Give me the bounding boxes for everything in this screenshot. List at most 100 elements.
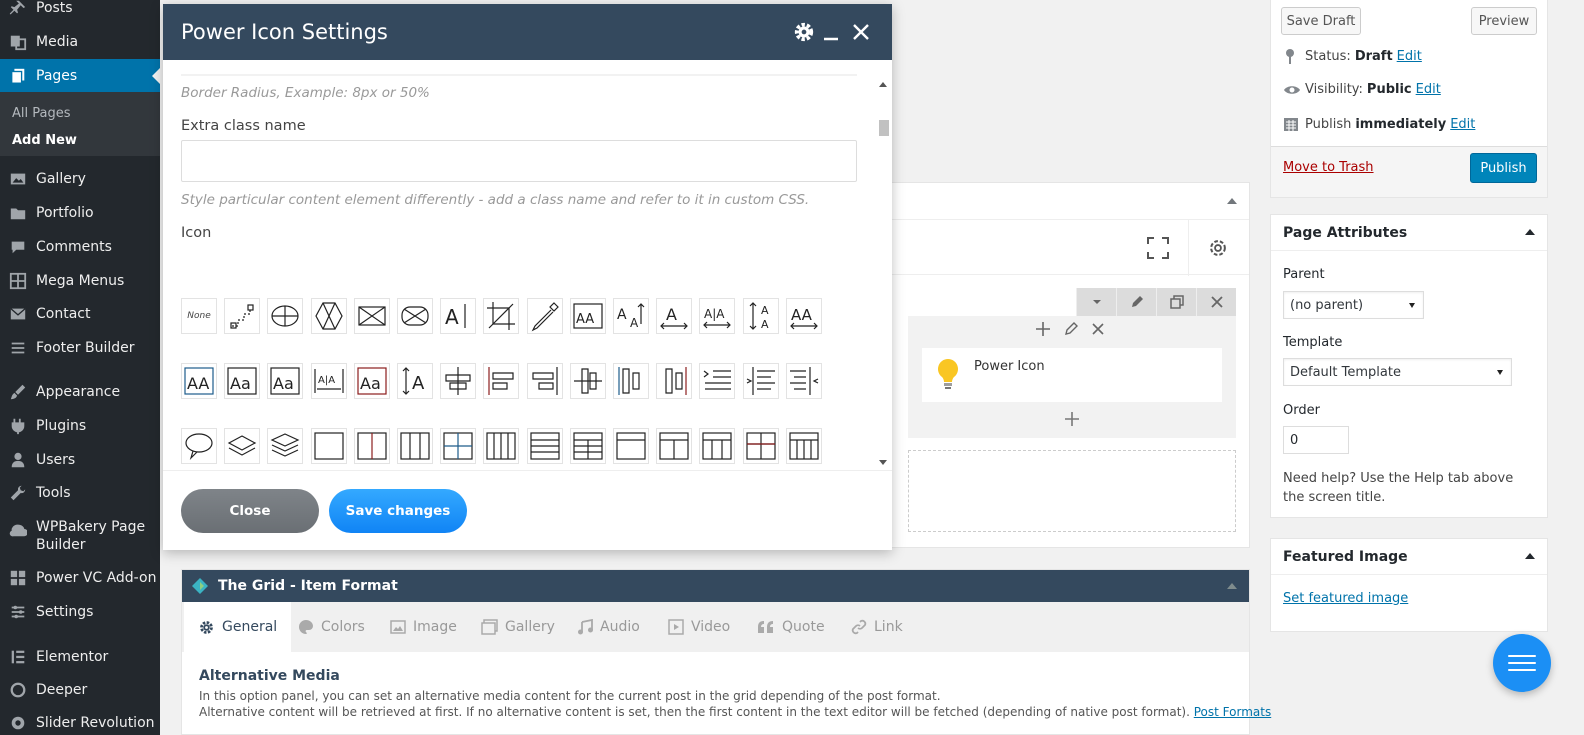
icon-option[interactable] [224,428,261,464]
icon-option[interactable] [310,428,347,464]
power-icon-element[interactable]: Power Icon [922,348,1222,402]
minimize-icon[interactable] [819,20,843,44]
icon-option[interactable] [397,428,433,464]
modal-scrollbar[interactable] [876,76,890,468]
close-icon[interactable] [1092,323,1104,339]
close-icon[interactable] [849,20,873,44]
sidebar-item-mega-menus[interactable]: Mega Menus [0,264,160,298]
pencil-icon[interactable] [1064,322,1078,340]
tab-gallery[interactable]: Gallery [481,602,555,652]
icon-option[interactable] [267,428,304,464]
publish-button[interactable]: Publish [1470,153,1537,183]
sidebar-item-slider-revolution[interactable]: Slider Revolution [0,706,160,735]
icon-option[interactable] [353,298,390,334]
sidebar-item-footer-builder[interactable]: Footer Builder [0,331,160,365]
collapse-toggle-icon[interactable] [1227,583,1237,589]
tab-image[interactable]: Image [390,602,457,652]
order-input[interactable]: 0 [1283,426,1349,454]
template-select[interactable]: Default Template [1283,358,1512,386]
tab-link[interactable]: Link [851,602,903,652]
tab-general[interactable]: General [184,602,292,652]
icon-option[interactable]: Aa [267,363,304,399]
icon-option[interactable] [353,428,390,464]
featured-image-header[interactable]: Featured Image [1271,539,1547,575]
add-row-area[interactable] [908,450,1236,532]
sidebar-item-plugins[interactable]: Plugins [0,409,160,443]
icon-option[interactable] [785,363,822,399]
icon-option[interactable] [613,428,649,464]
icon-option[interactable]: A|A [310,363,347,399]
icon-option[interactable]: AA [613,298,649,334]
scroll-down-icon[interactable] [879,460,887,465]
scroll-thumb[interactable] [879,120,889,136]
icon-option[interactable] [310,298,347,334]
sidebar-item-elementor[interactable]: Elementor [0,640,160,674]
icon-option[interactable] [483,363,520,399]
collapse-toggle-icon[interactable] [1525,553,1535,559]
icon-option[interactable] [613,363,649,399]
sidebar-item-settings[interactable]: Settings [0,595,160,629]
sidebar-item-wpbakery[interactable]: WPBakery Page Builder [0,516,160,558]
icon-option[interactable]: A [440,298,477,334]
sidebar-item-portfolio[interactable]: Portfolio [0,196,160,230]
sidebar-item-tools[interactable]: Tools [0,476,160,510]
gear-icon[interactable] [792,20,816,44]
icon-option[interactable]: AA [785,298,822,334]
tab-colors[interactable]: Colors [298,602,365,652]
sidebar-item-gallery[interactable]: Gallery [0,162,160,196]
icon-option[interactable] [526,363,563,399]
sidebar-item-users[interactable]: Users [0,443,160,477]
preview-button[interactable]: Preview [1471,7,1537,35]
floating-menu-button[interactable] [1493,634,1551,692]
icon-option[interactable] [440,428,477,464]
edit-visibility-link[interactable]: Edit [1416,82,1441,97]
sidebar-item-contact[interactable]: Contact [0,297,160,331]
collapse-toggle-icon[interactable] [1525,229,1535,235]
close-button[interactable]: Close [181,489,319,533]
pencil-icon[interactable] [1116,288,1156,316]
icon-option[interactable] [397,298,433,334]
icon-option[interactable]: A|A [699,298,736,334]
sidebar-item-power-vc[interactable]: Power VC Add-on [0,561,160,595]
sidebar-item-pages[interactable]: Pages [0,59,160,93]
parent-select[interactable]: (no parent) [1283,291,1424,319]
icon-option[interactable] [742,363,779,399]
fullscreen-icon[interactable] [1147,237,1169,263]
move-to-trash-link[interactable]: Move to Trash [1283,160,1374,175]
page-attributes-header[interactable]: Page Attributes [1271,215,1547,251]
sidebar-item-deeper[interactable]: Deeper [0,673,160,707]
icon-option[interactable] [785,428,822,464]
sidebar-item-appearance[interactable]: Appearance [0,375,160,409]
add-element-icon[interactable] [1064,411,1080,431]
icon-option[interactable]: AA [742,298,779,334]
submenu-add-new[interactable]: Add New [12,133,77,148]
icon-option[interactable] [483,298,520,334]
icon-option[interactable] [699,428,736,464]
icon-option[interactable] [569,428,606,464]
icon-option[interactable] [267,298,304,334]
clone-icon[interactable] [1156,288,1196,316]
edit-date-link[interactable]: Edit [1450,117,1475,132]
sidebar-item-posts[interactable]: Posts [0,0,160,25]
icon-option[interactable]: A [397,363,433,399]
gear-icon[interactable] [1207,237,1229,263]
icon-option[interactable]: A [656,298,693,334]
sidebar-item-comments[interactable]: Comments [0,230,160,264]
collapse-toggle-icon[interactable] [1227,198,1237,204]
chevron-down-icon[interactable] [1076,288,1116,316]
close-icon[interactable] [1196,288,1236,316]
sidebar-item-media[interactable]: Media [0,25,160,59]
post-formats-link[interactable]: Post Formats [1194,705,1271,719]
scroll-up-icon[interactable] [879,82,887,87]
icon-option[interactable]: Aa [353,363,390,399]
icon-option[interactable] [181,428,217,464]
icon-option[interactable] [224,298,261,334]
plus-icon[interactable] [1035,321,1051,341]
icon-option-none[interactable]: None [181,298,217,334]
the-grid-header[interactable]: The Grid - Item Format [182,570,1249,602]
icon-option[interactable] [440,363,477,399]
tab-audio[interactable]: Audio [577,602,640,652]
icon-option[interactable] [656,428,693,464]
submenu-all-pages[interactable]: All Pages [12,106,71,121]
icon-option[interactable] [699,363,736,399]
